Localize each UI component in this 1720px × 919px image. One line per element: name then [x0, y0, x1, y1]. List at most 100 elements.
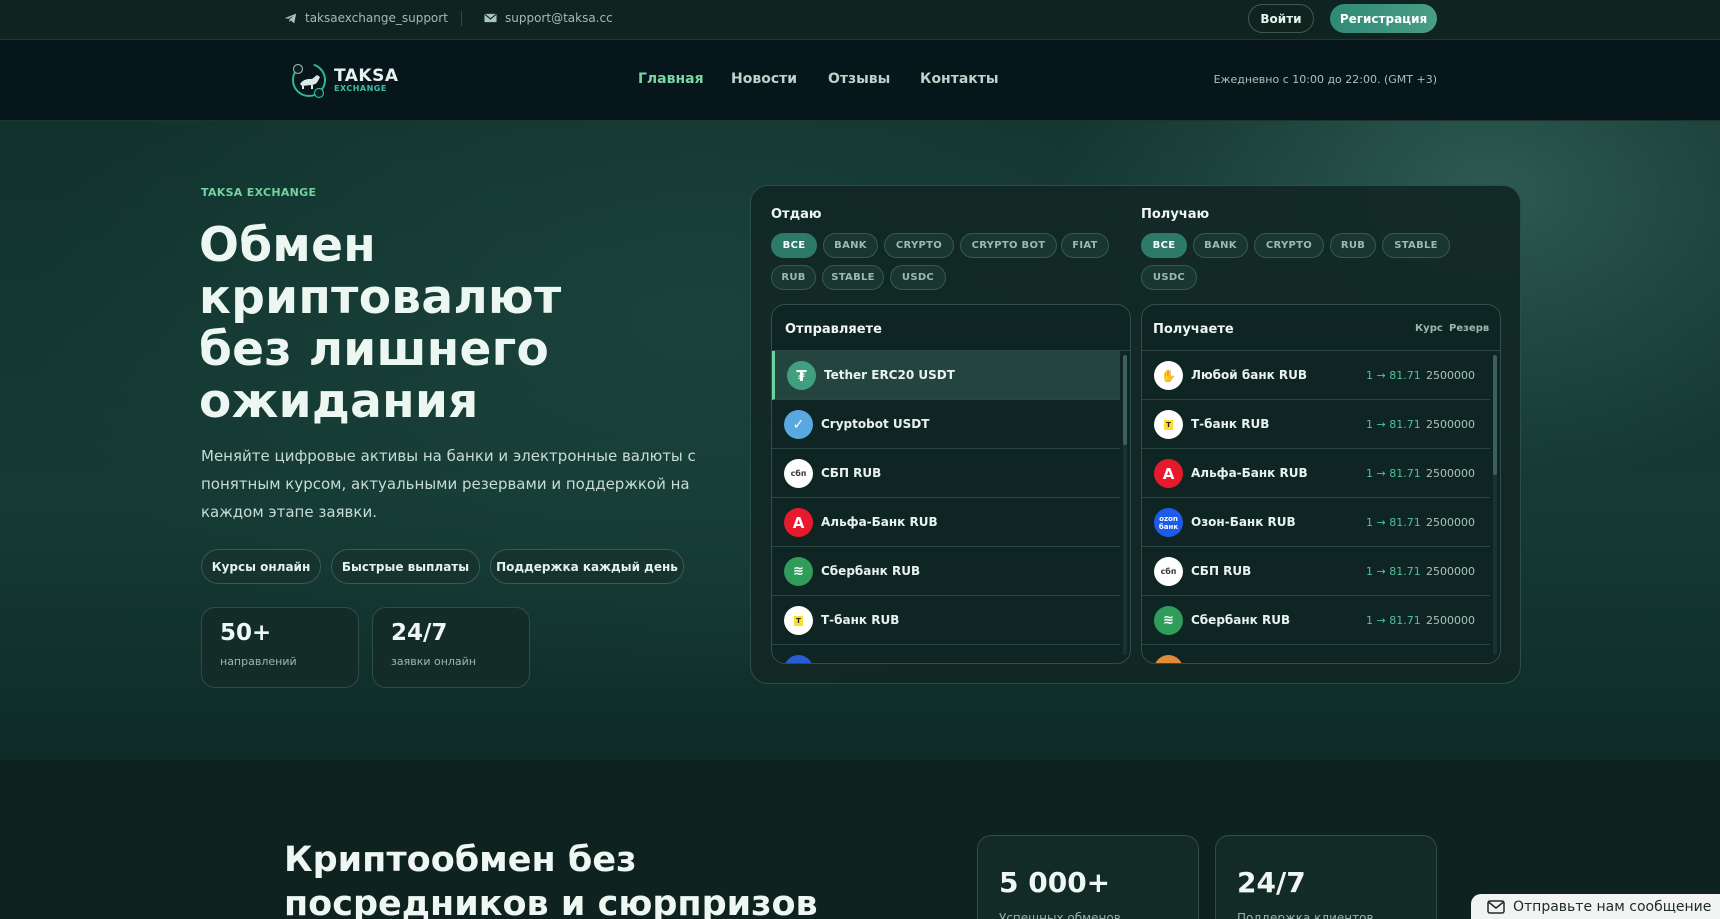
rate-value: 1 → 81.71 — [1366, 369, 1421, 382]
scroll-thumb[interactable] — [1493, 355, 1497, 475]
get-filter-usdc[interactable]: USDC — [1141, 265, 1197, 290]
stat-card-directions: 50+ направлений — [201, 607, 359, 688]
receive-item-tbank[interactable]: Т Т-банк RUB 1 → 81.71 2500000 — [1142, 400, 1490, 449]
dachshund-logo-icon — [292, 63, 326, 99]
stat-label: направлений — [220, 655, 297, 668]
send-currency-list: Отправляете ₮ Tether ERC20 USDT ✓ Crypto… — [771, 304, 1131, 664]
top-bar: taksaexchange_support support@taksa.cc В… — [0, 0, 1720, 40]
site-logo[interactable]: TAKSA EXCHANGE — [290, 60, 399, 100]
currency-name: Озон-Банк RUB — [1191, 515, 1296, 529]
tbank-icon: Т — [1154, 410, 1183, 439]
rate-value: 1 → 81.71 — [1366, 565, 1421, 578]
get-filter-bank[interactable]: BANK — [1193, 233, 1248, 258]
give-filter-usdc[interactable]: USDC — [890, 265, 946, 290]
send-item-alfa-rub[interactable]: A Альфа-Банк RUB — [772, 498, 1120, 547]
give-filter-all[interactable]: ВСЕ — [771, 233, 817, 258]
stat-value: 50+ — [220, 620, 272, 646]
stat-label: заявки онлайн — [391, 655, 477, 668]
reserve-column-header: Резерв — [1449, 323, 1490, 334]
reserve-value: 2500000 — [1426, 369, 1475, 382]
receive-list-title: Получаете — [1153, 322, 1234, 337]
currency-name: СБП RUB — [821, 466, 882, 480]
give-filter-crypto-bot[interactable]: CRYPTO BOT — [960, 233, 1057, 258]
get-filter-crypto[interactable]: CRYPTO — [1254, 233, 1324, 258]
send-list-scrollbar[interactable] — [1123, 355, 1127, 655]
receive-list-scrollbar[interactable] — [1493, 355, 1497, 655]
currency-name: Альфа-Банк RUB — [1191, 466, 1308, 480]
alfa-bank-icon: A — [1154, 459, 1183, 488]
bank-icon — [1154, 655, 1183, 663]
working-hours: Ежедневно с 10:00 до 22:00. (GMT +3) — [1213, 73, 1437, 86]
telegram-link[interactable]: taksaexchange_support — [284, 11, 448, 25]
stat-card-support: 24/7 Поддержка клиентов — [1215, 835, 1437, 919]
send-item-cryptobot-usdt[interactable]: ✓ Cryptobot USDT — [772, 400, 1120, 449]
give-filter-rub[interactable]: RUB — [771, 265, 816, 290]
telegram-icon — [284, 13, 297, 23]
send-item-sber-rub[interactable]: ≋ Сбербанк RUB — [772, 547, 1120, 596]
hero-title: Обмен криптовалют без лишнего ожидания — [199, 218, 562, 429]
receive-list-header: Получаете Курс Резерв — [1142, 305, 1500, 351]
login-button[interactable]: Войти — [1248, 4, 1314, 33]
receive-item-sbp[interactable]: сбп СБП RUB 1 → 81.71 2500000 — [1142, 547, 1490, 596]
rate-value: 1 → 81.71 — [1366, 614, 1421, 627]
feature-pill-payouts: Быстрые выплаты — [331, 549, 480, 584]
give-filter-fiat[interactable]: FIAT — [1061, 233, 1109, 258]
feature-pill-rates: Курсы онлайн — [201, 549, 321, 584]
reserve-value: 2500000 — [1426, 418, 1475, 431]
rate-value: 1 → 81.71 — [1366, 467, 1421, 480]
chat-label: Отправьте нам сообщение — [1513, 898, 1712, 915]
send-item-partial — [772, 645, 1120, 663]
rate-column-header: Курс — [1415, 323, 1443, 334]
tether-icon: ₮ — [787, 361, 816, 390]
email-link[interactable]: support@taksa.cc — [484, 11, 613, 25]
send-list-title: Отправляете — [785, 322, 882, 337]
give-filter-bank[interactable]: BANK — [823, 233, 878, 258]
receive-item-any-bank[interactable]: ✋ Любой банк RUB 1 → 81.71 2500000 — [1142, 351, 1490, 400]
give-filter-crypto[interactable]: CRYPTO — [884, 233, 954, 258]
receive-item-alfa[interactable]: A Альфа-Банк RUB 1 → 81.71 2500000 — [1142, 449, 1490, 498]
hero-description: Меняйте цифровые активы на банки и элект… — [201, 447, 696, 521]
stat-value: 5 000+ — [999, 866, 1111, 899]
send-item-tbank-rub[interactable]: Т Т-банк RUB — [772, 596, 1120, 645]
receive-item-sber[interactable]: ≋ Сбербанк RUB 1 → 81.71 2500000 — [1142, 596, 1490, 645]
get-filter-stable[interactable]: STABLE — [1382, 233, 1450, 258]
currency-name: Альфа-Банк RUB — [821, 515, 938, 529]
rate-value: 1 → 81.71 — [1366, 516, 1421, 529]
scroll-thumb[interactable] — [1123, 355, 1127, 445]
send-list-header: Отправляете — [772, 305, 1130, 351]
stat-value: 24/7 — [1237, 866, 1306, 899]
main-navbar: TAKSA EXCHANGE Главная Новости Отзывы Ко… — [0, 40, 1720, 121]
exchange-widget: Отдаю Получаю ВСЕ BANK CRYPTO CRYPTO BOT… — [750, 185, 1521, 684]
reserve-value: 2500000 — [1426, 467, 1475, 480]
email-address: support@taksa.cc — [505, 11, 613, 25]
send-item-sbp-rub[interactable]: сбп СБП RUB — [772, 449, 1120, 498]
receive-item-ozon[interactable]: ozon банк Озон-Банк RUB 1 → 81.71 2500000 — [1142, 498, 1490, 547]
logo-subtitle: EXCHANGE — [334, 83, 387, 93]
get-column-title: Получаю — [1141, 207, 1210, 222]
currency-name: Любой банк RUB — [1191, 368, 1308, 382]
nav-link-reviews[interactable]: Отзывы — [828, 71, 890, 87]
section-title: Криптообмен без посредников и сюрпризов — [284, 840, 818, 919]
get-filter-rub[interactable]: RUB — [1330, 233, 1376, 258]
hand-icon: ✋ — [1154, 361, 1183, 390]
nav-link-contacts[interactable]: Контакты — [920, 71, 999, 87]
send-item-tether-usdt[interactable]: ₮ Tether ERC20 USDT — [772, 351, 1120, 400]
stat-card-exchanges: 5 000+ Успешных обменов — [977, 835, 1199, 919]
telegram-handle: taksaexchange_support — [305, 11, 448, 25]
reserve-value: 2500000 — [1426, 614, 1475, 627]
mail-icon — [484, 13, 497, 23]
topbar-divider — [461, 11, 462, 26]
currency-name: Tether ERC20 USDT — [824, 368, 955, 382]
ozon-bank-icon: ozon банк — [1154, 508, 1183, 537]
nav-link-news[interactable]: Новости — [731, 71, 797, 87]
receive-item-partial — [1142, 645, 1490, 663]
alfa-bank-icon: A — [784, 508, 813, 537]
get-filter-all[interactable]: ВСЕ — [1141, 233, 1187, 258]
give-filter-stable[interactable]: STABLE — [822, 265, 884, 290]
currency-name: Т-банк RUB — [821, 613, 900, 627]
receive-currency-list: Получаете Курс Резерв ✋ Любой банк RUB 1… — [1141, 304, 1501, 664]
nav-link-home[interactable]: Главная — [638, 71, 704, 87]
chat-widget-button[interactable]: Отправьте нам сообщение — [1471, 894, 1720, 919]
register-button[interactable]: Регистрация — [1330, 4, 1437, 33]
currency-name: Т-банк RUB — [1191, 417, 1270, 431]
